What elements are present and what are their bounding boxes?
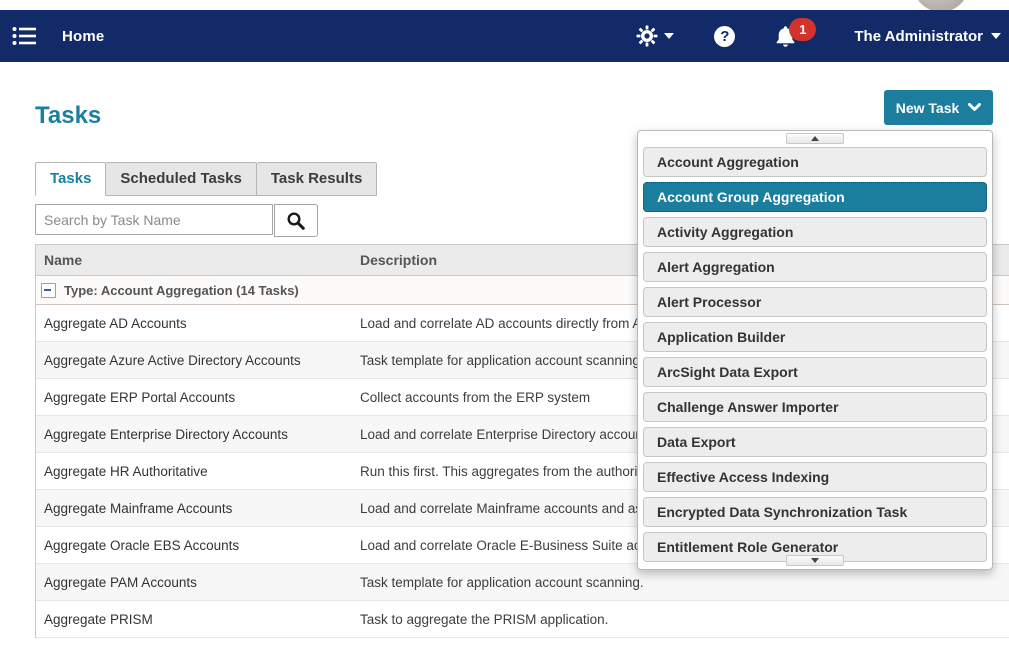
- search-icon: [286, 211, 306, 231]
- task-name-cell: Aggregate Enterprise Directory Accounts: [36, 427, 356, 442]
- notification-count-badge: 1: [789, 18, 816, 41]
- search-input[interactable]: [35, 204, 273, 235]
- new-task-button[interactable]: New Task: [884, 90, 993, 125]
- task-name-cell: Aggregate Oracle EBS Accounts: [36, 538, 356, 553]
- tabs: TasksScheduled TasksTask Results: [35, 162, 377, 196]
- chevron-down-icon: [991, 33, 1001, 39]
- notifications-button[interactable]: 1: [775, 25, 814, 48]
- top-strip: [0, 0, 1009, 10]
- list-icon: [12, 26, 38, 46]
- user-menu[interactable]: The Administrator: [854, 28, 1001, 45]
- collapse-icon[interactable]: [41, 283, 56, 298]
- task-name-cell: Aggregate HR Authoritative: [36, 464, 356, 479]
- task-name-cell: Aggregate PRISM: [36, 612, 356, 627]
- help-icon[interactable]: ?: [714, 26, 735, 47]
- user-name-label: The Administrator: [854, 28, 983, 45]
- tab-tasks[interactable]: Tasks: [35, 162, 106, 196]
- settings-menu[interactable]: [636, 25, 674, 47]
- dropdown-menu-items: Account Aggregation Account Group Aggrega…: [643, 147, 987, 567]
- page-title: Tasks: [35, 102, 101, 130]
- new-task-dropdown: Account Aggregation Account Group Aggrega…: [637, 130, 993, 570]
- task-description-cell: Task to aggregate the PRISM application.: [356, 612, 1009, 627]
- search-bar: [35, 204, 318, 237]
- column-header-name[interactable]: Name: [36, 252, 356, 268]
- task-description-cell: Task template for application account sc…: [356, 575, 1009, 590]
- new-task-label: New Task: [896, 100, 960, 116]
- gear-icon: [636, 25, 658, 47]
- search-button[interactable]: [274, 204, 318, 237]
- menu-item-effective-access-indexing[interactable]: Effective Access Indexing: [643, 462, 987, 492]
- menu-item-account-group-aggregation[interactable]: Account Group Aggregation: [643, 182, 987, 212]
- scroll-down-button[interactable]: [786, 555, 844, 566]
- menu-hamburger-icon[interactable]: [10, 21, 40, 51]
- navbar: Home: [0, 10, 1009, 62]
- menu-item-data-export[interactable]: Data Export: [643, 427, 987, 457]
- scroll-up-button[interactable]: [786, 133, 844, 144]
- menu-item-activity-aggregation[interactable]: Activity Aggregation: [643, 217, 987, 247]
- menu-item-arcsight-data-export[interactable]: ArcSight Data Export: [643, 357, 987, 387]
- menu-item-encrypted-data-synchronization-task[interactable]: Encrypted Data Synchronization Task: [643, 497, 987, 527]
- nav-home-link[interactable]: Home: [62, 28, 104, 45]
- chevron-down-icon: [968, 103, 981, 112]
- chevron-down-icon: [664, 33, 674, 39]
- menu-item-account-aggregation[interactable]: Account Aggregation: [643, 147, 987, 177]
- tab-task-results[interactable]: Task Results: [257, 162, 377, 196]
- menu-item-alert-processor[interactable]: Alert Processor: [643, 287, 987, 317]
- table-row-aggregate-prism[interactable]: Aggregate PRISMTask to aggregate the PRI…: [36, 601, 1009, 638]
- triangle-down-icon: [811, 558, 819, 563]
- menu-item-challenge-answer-importer[interactable]: Challenge Answer Importer: [643, 392, 987, 422]
- triangle-up-icon: [811, 136, 819, 141]
- task-name-cell: Aggregate ERP Portal Accounts: [36, 390, 356, 405]
- task-name-cell: Aggregate PAM Accounts: [36, 575, 356, 590]
- task-name-cell: Aggregate Mainframe Accounts: [36, 501, 356, 516]
- task-name-cell: Aggregate AD Accounts: [36, 316, 356, 331]
- group-label: Type: Account Aggregation (14 Tasks): [64, 283, 299, 298]
- navbar-right: ? 1 The Administrator: [636, 25, 1001, 48]
- tab-scheduled-tasks[interactable]: Scheduled Tasks: [106, 162, 256, 196]
- task-name-cell: Aggregate Azure Active Directory Account…: [36, 353, 356, 368]
- menu-item-alert-aggregation[interactable]: Alert Aggregation: [643, 252, 987, 282]
- menu-item-application-builder[interactable]: Application Builder: [643, 322, 987, 352]
